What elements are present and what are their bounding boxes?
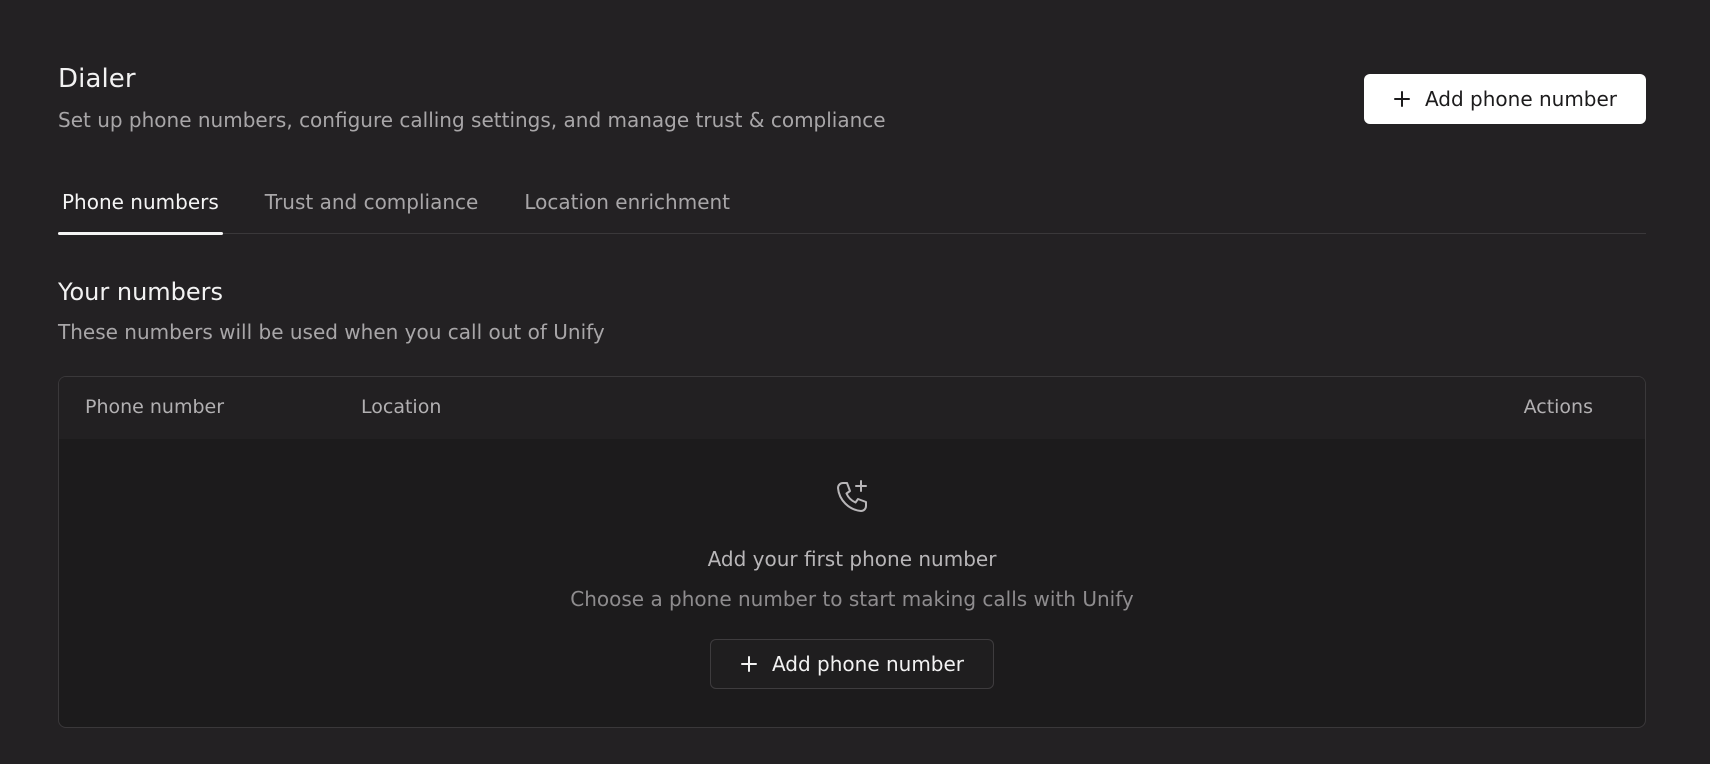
column-header-phone-number: Phone number	[85, 396, 225, 418]
empty-state: Add your first phone number Choose a pho…	[59, 439, 1645, 727]
plus-icon	[740, 656, 757, 672]
tab-trust-and-compliance[interactable]: Trust and compliance	[261, 180, 483, 234]
add-phone-number-button-label: Add phone number	[1424, 87, 1618, 111]
column-header-location: Location	[361, 396, 442, 418]
add-phone-number-button[interactable]: Add phone number	[1364, 74, 1646, 124]
settings-tabs: Phone numbers Trust and compliance Locat…	[58, 180, 1646, 235]
empty-state-add-phone-number-button[interactable]: Add phone number	[710, 639, 994, 689]
page-title: Dialer	[58, 64, 136, 94]
phone-numbers-table: Phone number Location Actions Add your f…	[58, 376, 1646, 728]
plus-icon	[1393, 91, 1410, 107]
empty-state-subtitle: Choose a phone number to start making ca…	[570, 587, 1134, 611]
section-subtitle: These numbers will be used when you call…	[58, 320, 605, 344]
phone-plus-icon	[837, 480, 867, 512]
empty-state-button-label: Add phone number	[771, 652, 965, 676]
empty-state-title: Add your first phone number	[707, 547, 997, 571]
tab-phone-numbers[interactable]: Phone numbers	[58, 180, 223, 235]
table-header: Phone number Location Actions	[59, 377, 1645, 439]
section-title: Your numbers	[58, 278, 224, 306]
page-header: Dialer Set up phone numbers, configure c…	[58, 64, 1646, 144]
dialer-settings-page: Dialer Set up phone numbers, configure c…	[58, 0, 1646, 764]
column-header-actions: Actions	[1523, 396, 1593, 418]
tab-location-enrichment[interactable]: Location enrichment	[520, 180, 734, 234]
page-subtitle: Set up phone numbers, configure calling …	[58, 108, 886, 132]
